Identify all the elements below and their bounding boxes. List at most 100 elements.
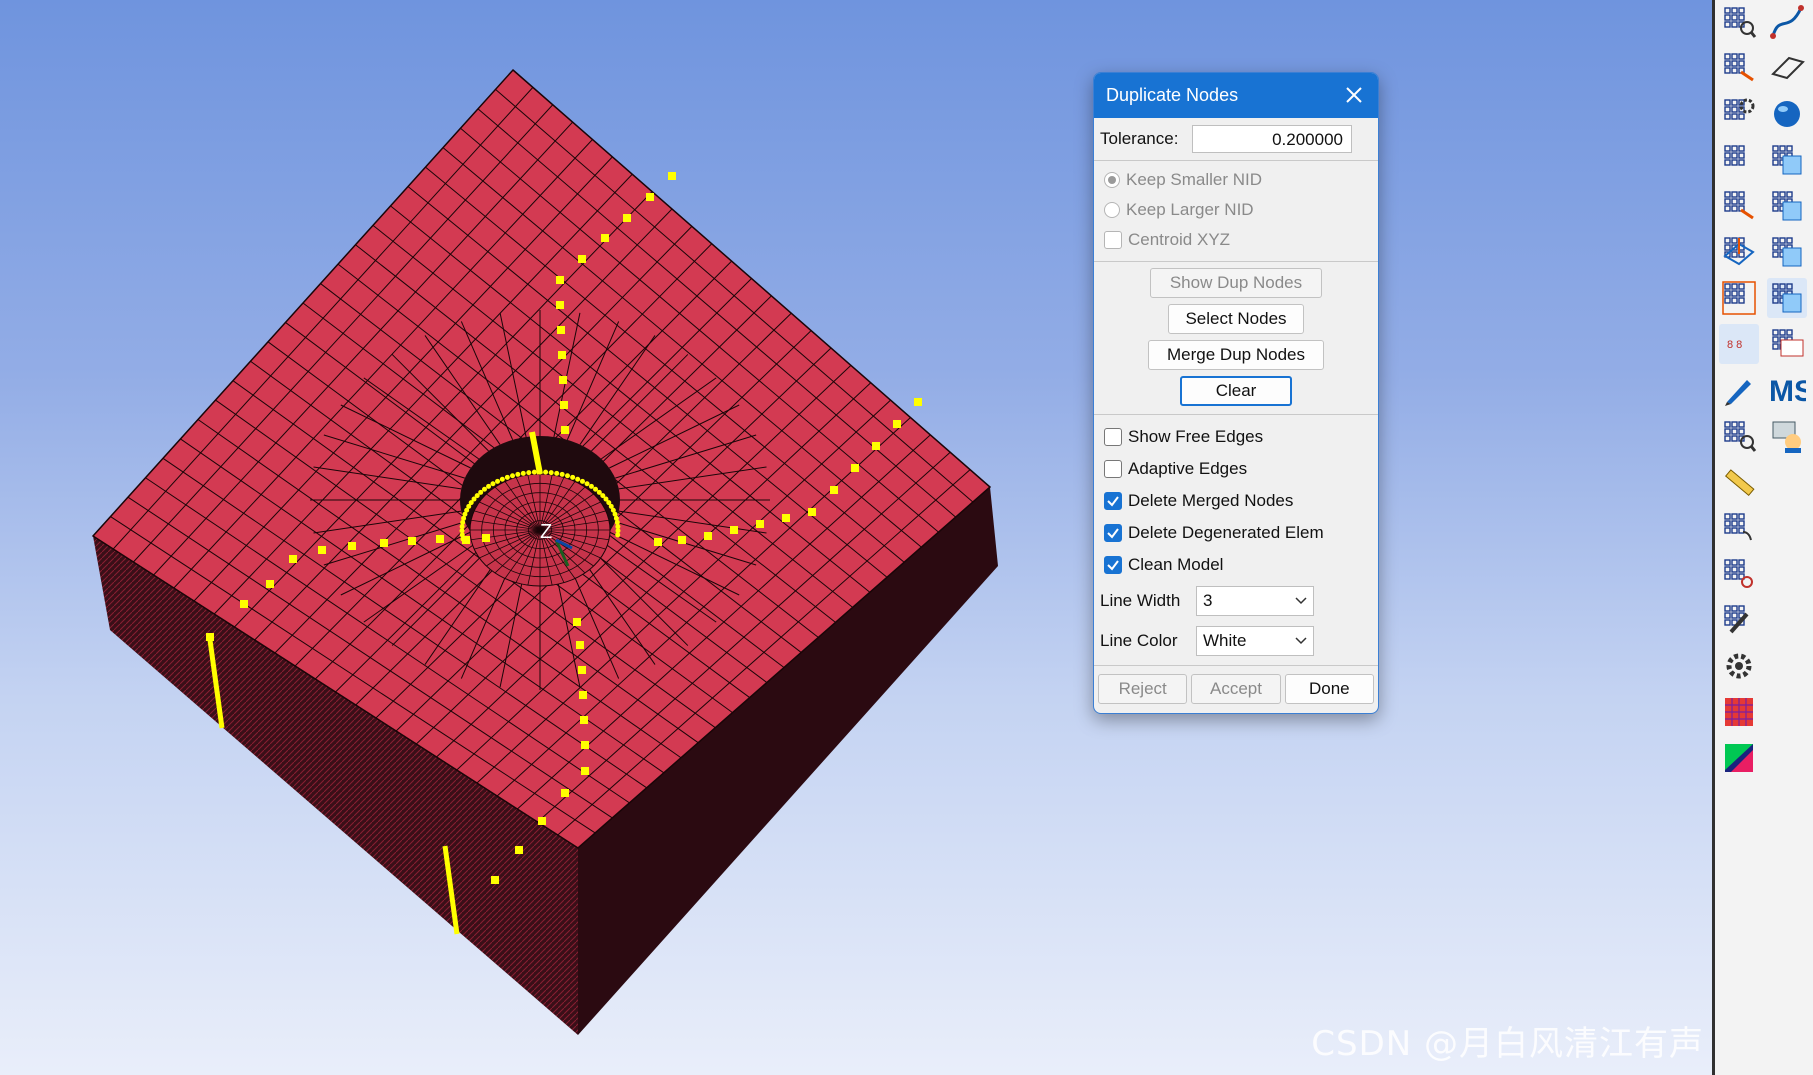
ms-icon: MS	[1769, 375, 1806, 407]
node-frame-icon	[1722, 281, 1756, 315]
ruler-tool-button[interactable]	[1719, 462, 1759, 502]
keep-smaller-nid-radio[interactable]	[1104, 172, 1120, 188]
id-card-tool-button[interactable]	[1767, 324, 1807, 364]
pencil-tool-button[interactable]	[1719, 370, 1759, 410]
done-button[interactable]: Done	[1284, 674, 1374, 704]
node-marker	[482, 534, 490, 542]
mesh-color-tool-button[interactable]	[1719, 738, 1759, 778]
node-marker	[914, 398, 922, 406]
centroid-xyz-label: Centroid XYZ	[1128, 230, 1231, 249]
node-link-tool-button[interactable]	[1719, 554, 1759, 594]
close-button[interactable]	[1340, 81, 1368, 109]
node-marker	[538, 817, 546, 825]
node-grid-move-tool-button[interactable]	[1719, 186, 1759, 226]
solid-icon	[1774, 101, 1800, 127]
node-marker	[581, 741, 589, 749]
show-free-edges-checkbox[interactable]	[1104, 428, 1122, 446]
rim-node	[486, 483, 492, 489]
node-marker	[380, 539, 388, 547]
show-free-edges-label: Show Free Edges	[1128, 427, 1264, 446]
node-marker	[893, 420, 901, 428]
rim-node	[548, 470, 554, 476]
node-search2-icon	[1724, 421, 1757, 452]
merge-dup-nodes-button[interactable]: Merge Dup Nodes	[1148, 340, 1324, 370]
node-marker	[515, 846, 523, 854]
node-marker	[579, 691, 587, 699]
graphics-viewport[interactable]: Z CSDN @月白风清江有声	[0, 0, 1712, 1075]
rim-node	[570, 474, 576, 480]
curve-icon	[1770, 5, 1804, 39]
delete-merged-nodes-checkbox[interactable]	[1104, 492, 1122, 510]
node-marker	[623, 214, 631, 222]
accept-button[interactable]: Accept	[1191, 674, 1281, 704]
close-icon	[1346, 87, 1362, 103]
node-gear-tool-button[interactable]	[1719, 94, 1759, 134]
node-grid-move-icon	[1724, 191, 1754, 220]
id-card-icon	[1772, 329, 1804, 357]
node-marker	[559, 376, 567, 384]
node-hand-tool-button[interactable]	[1719, 508, 1759, 548]
node-search-icon	[1724, 7, 1757, 38]
node-link-icon	[1724, 559, 1753, 588]
node-table-tool-button[interactable]	[1767, 278, 1807, 318]
line-width-value: 3	[1203, 591, 1213, 610]
rim-node	[510, 473, 516, 479]
adaptive-edges-checkbox[interactable]	[1104, 460, 1122, 478]
line-width-select[interactable]: 3	[1196, 586, 1314, 616]
mesh-model[interactable]: Z	[0, 0, 1712, 1075]
node-marker	[578, 255, 586, 263]
surface-tool-button[interactable]	[1767, 48, 1807, 88]
clean-model-checkbox[interactable]	[1104, 556, 1122, 574]
ms-tool-button[interactable]: MS	[1767, 370, 1807, 410]
node-search-tool-button[interactable]	[1719, 2, 1759, 42]
node-wrench-tool-button[interactable]	[1719, 600, 1759, 640]
dialog-titlebar[interactable]: Duplicate Nodes	[1094, 73, 1378, 118]
rim-node	[613, 515, 619, 521]
delete-merged-nodes-label: Delete Merged Nodes	[1128, 491, 1294, 510]
table-part-tool-button[interactable]	[1767, 232, 1807, 272]
node-marker	[580, 716, 588, 724]
select-nodes-button[interactable]: Select Nodes	[1168, 304, 1304, 334]
check-icon	[1107, 528, 1119, 539]
curve-tool-button[interactable]	[1767, 2, 1807, 42]
node-marker	[561, 789, 569, 797]
box-part-tool-button[interactable]	[1767, 140, 1807, 180]
gear-tool-button[interactable]	[1719, 646, 1759, 686]
node-marker	[573, 618, 581, 626]
user-help-icon	[1772, 421, 1801, 453]
duplicate-nodes-tool-button[interactable]: 8 8	[1719, 324, 1759, 364]
node-marker	[556, 276, 564, 284]
mesh-grid-tool-button[interactable]	[1719, 692, 1759, 732]
plane-node-icon	[1723, 237, 1755, 266]
duplicate-nodes-dialog: Duplicate Nodes Tolerance: 0.200000 Keep…	[1093, 72, 1379, 714]
plane-node-tool-button[interactable]	[1719, 232, 1759, 272]
tolerance-label: Tolerance:	[1100, 129, 1179, 148]
keep-larger-nid-radio[interactable]	[1104, 202, 1120, 218]
node-marker	[782, 514, 790, 522]
node-marker	[266, 580, 274, 588]
centroid-xyz-checkbox[interactable]	[1104, 231, 1122, 249]
user-help-tool-button[interactable]	[1767, 416, 1807, 456]
clear-button[interactable]: Clear	[1180, 376, 1292, 406]
node-search2-tool-button[interactable]	[1719, 416, 1759, 456]
show-dup-nodes-button[interactable]: Show Dup Nodes	[1150, 268, 1322, 298]
chevron-down-icon	[1295, 597, 1307, 605]
clean-model-label: Clean Model	[1128, 555, 1224, 574]
line-color-select[interactable]: White	[1196, 626, 1314, 656]
pencil-icon	[1725, 380, 1751, 406]
rim-node	[526, 470, 532, 476]
rim-node	[495, 478, 501, 484]
node-marker	[678, 536, 686, 544]
rim-node	[559, 471, 565, 477]
svg-text:8 8: 8 8	[1727, 339, 1742, 351]
reject-button[interactable]: Reject	[1098, 674, 1188, 704]
node-wrench-icon	[1724, 605, 1749, 634]
node-move-tool-button[interactable]	[1719, 48, 1759, 88]
solid-tool-button[interactable]	[1767, 94, 1807, 134]
delete-degenerated-elem-checkbox[interactable]	[1104, 524, 1122, 542]
node-marker	[601, 234, 609, 242]
node-frame-tool-button[interactable]	[1719, 278, 1759, 318]
node-grid-tool-button[interactable]	[1719, 140, 1759, 180]
mesh-part-tool-button[interactable]	[1767, 186, 1807, 226]
tolerance-input[interactable]: 0.200000	[1192, 125, 1352, 153]
